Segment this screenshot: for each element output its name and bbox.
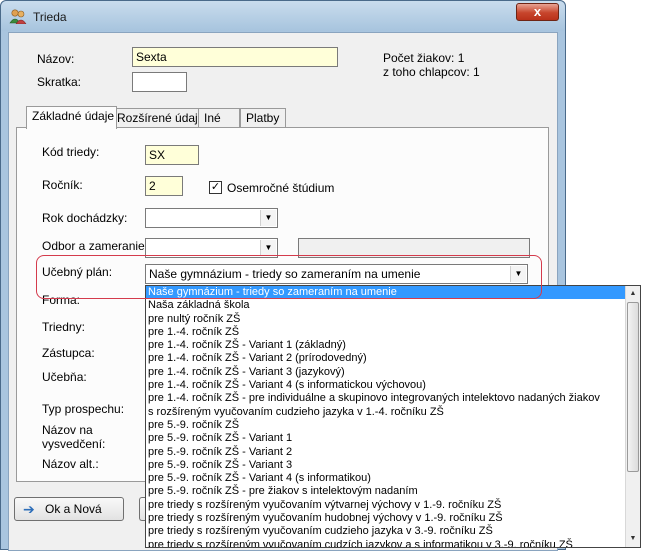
dropdown-option[interactable]: pre 1.-4. ročník ZŠ - pre individuálne a… <box>146 392 640 405</box>
nazov-vysvedcenie-label-line2: vysvedčení: <box>42 437 106 451</box>
scroll-down-icon[interactable]: ▼ <box>626 532 640 546</box>
scroll-up-icon[interactable]: ▲ <box>626 287 640 301</box>
dropdown-option[interactable]: pre nultý ročník ZŠ <box>146 313 640 326</box>
osemrocne-checkbox[interactable]: ✓ <box>209 181 222 194</box>
osemrocne-label: Osemročné štúdium <box>227 181 335 195</box>
stats-chlapcov: z toho chlapcov: 1 <box>383 65 480 79</box>
typ-prospechu-label: Typ prospechu: <box>42 402 125 416</box>
nazov-label: Názov: <box>37 52 75 66</box>
arrow-right-icon: ➔ <box>23 501 35 517</box>
dropdown-option[interactable]: pre triedy s rozšíreným vyučovaním výtva… <box>146 499 640 512</box>
dropdown-items: Naše gymnázium - triedy so zameraním na … <box>146 286 640 547</box>
dropdown-option[interactable]: pre triedy s rozšíreným vyučovaním cudzí… <box>146 539 640 547</box>
stats-pocet-ziakov: Počet žiakov: 1 <box>383 51 465 65</box>
vertical-scrollbar[interactable]: ▲ ▼ <box>625 286 640 547</box>
close-button[interactable]: x <box>516 3 559 21</box>
dropdown-option[interactable]: pre 1.-4. ročník ZŠ - Variant 2 (prírodo… <box>146 352 640 365</box>
scrollbar-thumb[interactable] <box>627 302 639 472</box>
dropdown-option[interactable]: s rozšíreným vyučovaním cudzieho jazyka … <box>146 406 640 419</box>
rocnik-label: Ročník: <box>42 178 83 192</box>
dropdown-option[interactable]: pre 5.-9. ročník ZŠ - Variant 2 <box>146 446 640 459</box>
nazov-field[interactable]: Sexta <box>132 47 338 67</box>
ok-a-nova-button[interactable]: ➔ Ok a Nová <box>14 497 124 521</box>
dropdown-option[interactable]: pre 5.-9. ročník ZŠ - Variant 1 <box>146 432 640 445</box>
dropdown-option[interactable]: pre 5.-9. ročník ZŠ <box>146 419 640 432</box>
highlight-outline <box>36 255 542 299</box>
tab-zakladne-udaje[interactable]: Základné údaje <box>26 106 117 129</box>
dropdown-option[interactable]: pre 1.-4. ročník ZŠ - Variant 3 (jazykov… <box>146 366 640 379</box>
dropdown-option[interactable]: pre 1.-4. ročník ZŠ - Variant 4 (s infor… <box>146 379 640 392</box>
users-icon <box>9 9 27 24</box>
kod-triedy-field[interactable]: SX <box>145 145 199 165</box>
dropdown-option[interactable]: pre 1.-4. ročník ZŠ - Variant 1 (základn… <box>146 339 640 352</box>
dropdown-option[interactable]: pre 5.-9. ročník ZŠ - Variant 4 (s infor… <box>146 472 640 485</box>
tab-platby[interactable]: Platby <box>240 108 286 127</box>
dropdown-option[interactable]: pre triedy s rozšíreným vyučovaním hudob… <box>146 512 640 525</box>
nazov-alt-label: Názov alt.: <box>42 457 99 471</box>
nazov-vysvedcenie-label-line1: Názov na <box>42 423 93 437</box>
dropdown-option[interactable]: Naša základná škola <box>146 299 640 312</box>
rocnik-field[interactable]: 2 <box>145 176 183 196</box>
dropdown-option[interactable]: pre 5.-9. ročník ZŠ - Variant 3 <box>146 459 640 472</box>
dropdown-option[interactable]: pre 5.-9. ročník ZŠ - pre žiakov s intel… <box>146 485 640 498</box>
ok-a-nova-label: Ok a Nová <box>45 502 102 516</box>
title-bar[interactable]: Trieda x <box>1 1 565 31</box>
skratka-field[interactable] <box>132 72 187 92</box>
rok-dochadzky-dropdown[interactable]: ▼ <box>145 208 278 228</box>
chevron-down-icon[interactable]: ▼ <box>260 240 276 256</box>
ucebna-label: Učebňa: <box>42 370 87 384</box>
window-title: Trieda <box>33 10 67 24</box>
dropdown-option[interactable]: pre 1.-4. ročník ZŠ <box>146 326 640 339</box>
triedny-label: Triedny: <box>42 320 85 334</box>
kod-triedy-label: Kód triedy: <box>42 145 100 159</box>
skratka-label: Skratka: <box>37 75 82 89</box>
rok-dochadzky-label: Rok dochádzky: <box>42 211 128 225</box>
ucebny-plan-dropdown-list[interactable]: Naše gymnázium - triedy so zameraním na … <box>145 285 641 548</box>
tab-ine[interactable]: Iné <box>198 108 240 127</box>
zastupca-label: Zástupca: <box>42 346 95 360</box>
chevron-down-icon[interactable]: ▼ <box>260 210 276 226</box>
dropdown-option[interactable]: pre triedy s rozšíreným vyučovaním cudzi… <box>146 525 640 538</box>
odbor-label: Odbor a zameranie: <box>42 239 149 253</box>
